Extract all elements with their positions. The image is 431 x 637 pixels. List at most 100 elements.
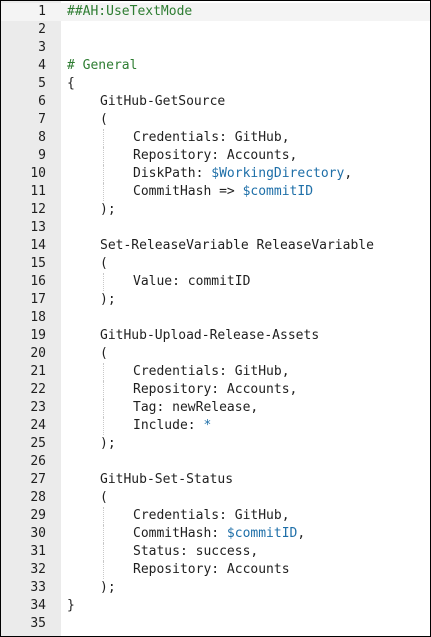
line-number: 32 [30,562,46,577]
indent-guide [103,183,104,201]
line-code[interactable]: Status: success, [133,543,258,561]
indent-guide [103,381,104,399]
line-code[interactable]: Repository: Accounts [133,561,290,579]
code-line[interactable]: 4 # General [1,57,430,75]
line-number: 20 [30,346,46,361]
line-code[interactable]: ); [100,291,116,309]
code-line[interactable]: 9 Repository: Accounts, [1,147,430,165]
line-code[interactable]: ( [100,345,108,363]
line-code[interactable]: ); [100,435,116,453]
line-number: 27 [30,472,46,487]
line-number: 33 [30,580,46,595]
line-number: 17 [30,292,46,307]
line-number: 11 [30,184,46,199]
line-number: 21 [30,364,46,379]
code-line[interactable]: 29 Credentials: GitHub, [1,507,430,525]
line-number: 35 [30,616,46,631]
code-line[interactable]: 26 [1,453,430,471]
line-code[interactable]: DiskPath: $WorkingDirectory, [133,165,352,183]
indent-guide [103,543,104,561]
line-code[interactable]: ##AH:UseTextMode [67,3,192,21]
line-code[interactable]: Repository: Accounts, [133,381,297,399]
code-token: Tag: newRelease, [133,400,259,415]
code-token: Value: commitID [133,274,251,289]
code-line[interactable]: 35 [1,615,430,633]
code-line[interactable]: 6 GitHub-GetSource [1,93,430,111]
code-line[interactable]: 31 Status: success, [1,543,430,561]
code-line[interactable]: 12); [1,201,430,219]
line-number: 13 [30,220,46,235]
indent-guide [103,561,104,579]
line-number: 24 [30,418,46,433]
line-code[interactable]: ); [100,201,116,219]
line-code[interactable]: GitHub-GetSource [100,93,225,111]
code-line[interactable]: 28 ( [1,489,430,507]
line-code[interactable]: GitHub-Upload-Release-Assets [100,327,319,345]
code-token: CommitHash => [133,184,243,199]
line-number: 10 [30,166,46,181]
line-code[interactable]: Credentials: GitHub, [133,363,290,381]
line-code[interactable]: # General [67,57,137,75]
line-code[interactable]: CommitHash: $commitID, [133,525,305,543]
line-number: 1 [38,4,46,19]
code-line[interactable]: 24 Include: * [1,417,430,435]
code-line[interactable]: 10 DiskPath: $WorkingDirectory, [1,165,430,183]
line-code[interactable]: Include: * [133,417,211,435]
line-number: 25 [30,436,46,451]
code-line[interactable]: 8 Credentials: GitHub, [1,129,430,147]
line-number: 26 [30,454,46,469]
code-lines[interactable]: 1 ##AH:UseTextMode 2 3 4 # General 5{6 GitHub-G… [1,3,430,633]
code-token: { [67,76,75,91]
code-line[interactable]: 1 ##AH:UseTextMode [1,3,430,21]
line-code[interactable]: Set-ReleaseVariable ReleaseVariable [100,237,374,255]
code-line[interactable]: 34} [1,597,430,615]
code-line[interactable]: 27 GitHub-Set-Status [1,471,430,489]
line-code[interactable]: { [67,75,75,93]
code-line[interactable]: 15 ( [1,255,430,273]
code-line[interactable]: 17); [1,291,430,309]
code-line[interactable]: 13 [1,219,430,237]
code-line[interactable]: 3 [1,39,430,57]
variable-token: $commitID [242,184,314,199]
line-code[interactable]: Value: commitID [133,273,250,291]
line-code[interactable]: Credentials: GitHub, [133,129,290,147]
code-line[interactable]: 18 [1,309,430,327]
code-line[interactable]: 20 ( [1,345,430,363]
code-token: Set-ReleaseVariable ReleaseVariable [100,238,374,253]
code-line[interactable]: 11 CommitHash => $commitID [1,183,430,201]
line-number: 19 [30,328,46,343]
code-line[interactable]: 14 Set-ReleaseVariable ReleaseVariable [1,237,430,255]
line-code[interactable]: Credentials: GitHub, [133,507,290,525]
line-code[interactable]: Repository: Accounts, [133,147,297,165]
code-line[interactable]: 25); [1,435,430,453]
code-line[interactable]: 22 Repository: Accounts, [1,381,430,399]
line-code[interactable]: ( [100,111,108,129]
code-token: ); [100,436,116,451]
indent-guide [103,525,104,543]
code-token: ); [100,580,116,595]
code-line[interactable]: 30 CommitHash: $commitID, [1,525,430,543]
code-line[interactable]: 2 [1,21,430,39]
indent-guide [103,273,104,291]
variable-token: * [203,418,212,433]
code-editor[interactable]: 1 ##AH:UseTextMode 2 3 4 # General 5{6 GitHub-G… [0,0,431,637]
line-number: 15 [30,256,46,271]
line-code[interactable]: GitHub-Set-Status [100,471,233,489]
line-code[interactable]: } [67,597,75,615]
code-token: } [67,598,75,613]
code-line[interactable]: 7( [1,111,430,129]
line-code[interactable]: ( [100,255,108,273]
line-code[interactable]: Tag: newRelease, [133,399,258,417]
line-code[interactable]: ( [100,489,108,507]
code-line[interactable]: 33); [1,579,430,597]
code-line[interactable]: 23 Tag: newRelease, [1,399,430,417]
code-line[interactable]: 16 Value: commitID [1,273,430,291]
code-line[interactable]: 5{ [1,75,430,93]
line-code[interactable]: ); [100,579,116,597]
code-line[interactable]: 21 Credentials: GitHub, [1,363,430,381]
line-code[interactable]: CommitHash => $commitID [133,183,313,201]
code-line[interactable]: 32 Repository: Accounts [1,561,430,579]
code-line[interactable]: 19 GitHub-Upload-Release-Assets [1,327,430,345]
line-number: 3 [38,40,46,55]
line-number: 30 [30,526,46,541]
